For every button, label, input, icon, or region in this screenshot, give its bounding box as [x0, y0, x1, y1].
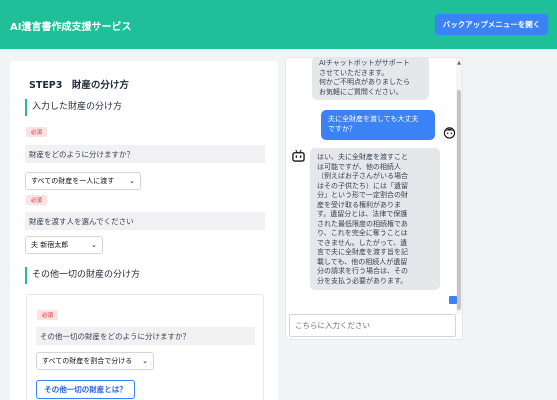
distribution-select[interactable]: すべての財産を一人に渡す ⌄ [25, 172, 141, 190]
app-title: AI遺言書作成支援サービス [10, 22, 132, 33]
chat-panel: ▲ AIチャットボットがサポート させていただきます。 何かご不明点がありました… [285, 57, 463, 340]
chevron-down-icon: ⌄ [91, 241, 97, 249]
required-badge: 必須 [26, 195, 48, 205]
step-card: STEP3 財産の分け方 入力した財産の分け方 必須 財産をどのように分けますか… [10, 61, 278, 400]
recipient-select[interactable]: 夫 新宿太郎 ⌄ [25, 236, 103, 254]
chevron-down-icon: ⌄ [129, 177, 135, 185]
user-message: 夫に全財産を渡しても大丈夫 ですか？ [321, 110, 435, 140]
chat-scrollbar[interactable]: ▲ [456, 58, 462, 314]
copy-icon[interactable] [449, 296, 457, 304]
recipient-select-value: 夫 新宿太郎 [31, 241, 69, 249]
other-assets-select-value: すべての財産を割合で分ける [42, 357, 133, 365]
bot-avatar-icon [292, 149, 305, 162]
question-recipient: 財産を渡す人を選んでください [25, 212, 265, 230]
user-avatar-icon [443, 127, 456, 139]
required-badge: 必須 [37, 310, 59, 320]
required-badge: 必須 [26, 127, 48, 137]
bot-message: はい、夫に全財産を渡すこと は可能ですが、他の相続人 （例えばお子さんがいる場合… [310, 148, 440, 290]
other-assets-card: 必須 その他一切の財産をどのように分けますか？ すべての財産を割合で分ける ⌄ … [26, 294, 264, 400]
question-distribution: 財産をどのように分けますか？ [25, 145, 265, 163]
scrollbar-thumb[interactable] [457, 90, 461, 310]
bot-message: AIチャットボットがサポート させていただきます。 何かご不明点がありましたら … [312, 58, 429, 100]
chevron-down-icon: ⌄ [142, 357, 148, 365]
chat-input[interactable]: こちらに入力ください [289, 314, 456, 337]
step-title: STEP3 財産の分け方 [29, 80, 129, 91]
distribution-select-value: すべての財産を一人に渡す [31, 177, 115, 185]
scroll-up-arrow-icon[interactable]: ▲ [457, 60, 461, 66]
section-heading-other-assets: その他一切の財産の分け方 [25, 267, 140, 284]
app-header: AI遺言書作成支援サービス バックアップメニューを開く [0, 0, 557, 49]
other-assets-info-button[interactable]: その他一切の財産とは？ [36, 380, 135, 399]
question-other-assets: その他一切の財産をどのように分けますか？ [36, 327, 255, 345]
backup-menu-button[interactable]: バックアップメニューを開く [435, 14, 548, 35]
section-heading-entered-assets: 入力した財産の分け方 [25, 99, 122, 116]
other-assets-select[interactable]: すべての財産を割合で分ける ⌄ [36, 352, 154, 370]
